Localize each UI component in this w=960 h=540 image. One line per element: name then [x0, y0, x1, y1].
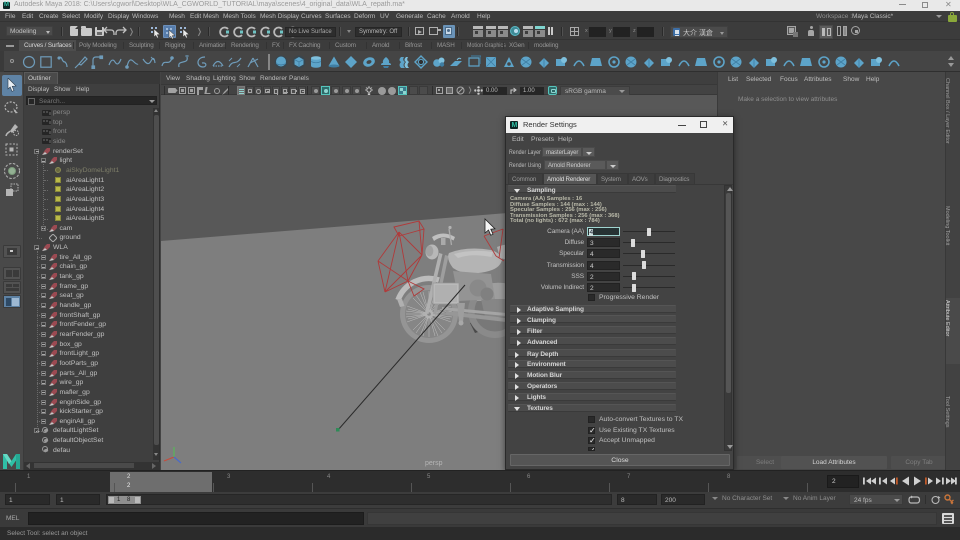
svg-text:persp: persp: [425, 460, 443, 467]
